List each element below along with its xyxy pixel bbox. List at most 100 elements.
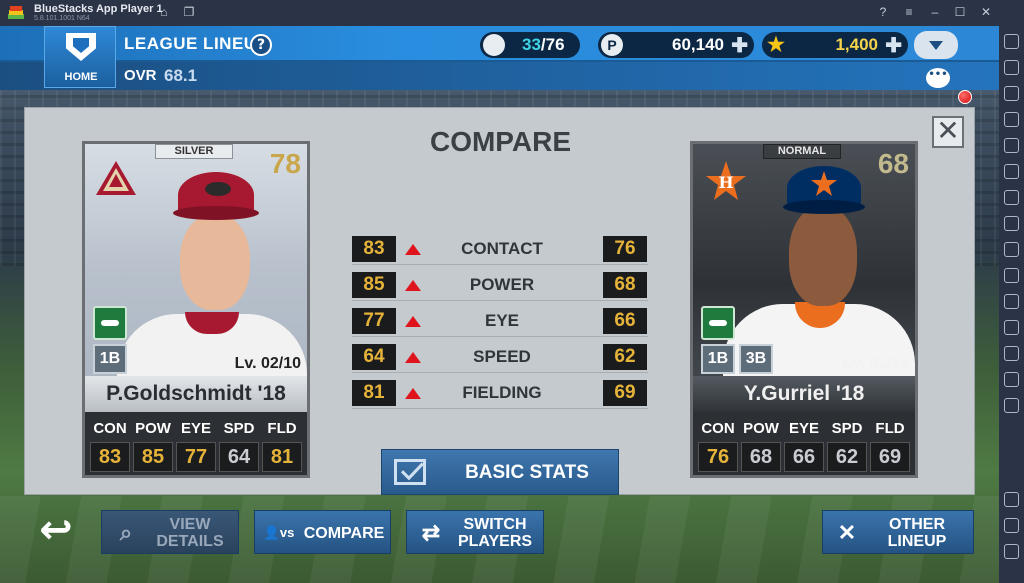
rotate-icon[interactable] [1004, 164, 1019, 179]
right-stat: 76 [603, 236, 647, 262]
stat-header: FLD [267, 420, 297, 437]
maximize-icon[interactable]: ☐ [953, 5, 967, 19]
up-arrow-icon [405, 388, 421, 399]
stat-header: SPD [223, 420, 255, 437]
player-name: Y.Gurriel '18 [693, 376, 915, 412]
close-modal-button[interactable]: ✕ [932, 116, 964, 148]
up-arrow-icon [405, 316, 421, 327]
stat-name: POWER [469, 275, 535, 294]
position-badge: 1B [93, 344, 127, 374]
home-icon[interactable]: ⌂ [157, 5, 171, 19]
bluestacks-logo-icon [8, 6, 24, 19]
points-pill: P 60,140 ✚ [598, 32, 754, 58]
switch-players-button[interactable]: ⇄ SWITCH PLAYERS [406, 510, 544, 554]
up-arrow-icon [405, 244, 421, 255]
compare-button[interactable]: 👤vs COMPARE [254, 510, 391, 554]
card-level: Lv. 01/10 [842, 355, 909, 372]
role-badge-icon [701, 306, 735, 340]
media-icon[interactable] [1004, 86, 1019, 101]
keyboard-icon[interactable] [1004, 112, 1019, 127]
helmet-icon [483, 34, 505, 56]
stat-value: 85 [133, 442, 173, 472]
layers-icon[interactable] [1004, 372, 1019, 387]
rarity-label: SILVER [155, 144, 233, 159]
stars-value: 1,400 [835, 35, 878, 54]
add-stars-button[interactable]: ✚ [885, 33, 902, 58]
cap-logo-icon [811, 171, 837, 196]
chat-icon[interactable]: ••• [926, 68, 950, 88]
basic-stats-label: BASIC STATS [465, 462, 589, 483]
left-stat: 85 [352, 272, 396, 298]
view-details-button[interactable]: ⌕ VIEW DETAILS [101, 510, 239, 554]
settings-icon[interactable] [1004, 492, 1019, 507]
right-player-card[interactable]: H NORMAL 68 1B 3B Lv. 01/10 Y.Gurriel '1… [690, 141, 918, 478]
search-user-icon: ⌕ [119, 520, 133, 545]
left-stat: 77 [352, 308, 396, 334]
help-icon[interactable]: ? [876, 5, 890, 19]
stat-header: EYE [180, 420, 211, 437]
stat-value: 69 [870, 442, 910, 472]
gamepad-icon[interactable] [1004, 138, 1019, 153]
volume-icon[interactable] [1004, 60, 1019, 75]
card-overall: 68 [877, 148, 909, 179]
eco-mode-icon[interactable] [1004, 346, 1019, 361]
bluestacks-sidebar [999, 26, 1024, 583]
window-title: BlueStacks App Player 1 [34, 3, 163, 15]
rarity-label: NORMAL [763, 144, 841, 159]
back-arrow-icon[interactable]: ↩ [30, 508, 82, 552]
folder-icon[interactable] [1004, 268, 1019, 283]
sync-icon[interactable] [1004, 398, 1019, 413]
help-button[interactable]: ? [250, 34, 272, 56]
points-icon: P [601, 34, 623, 56]
fullscreen-icon[interactable] [1004, 34, 1019, 49]
star-icon: ★ [767, 34, 785, 56]
right-stat: 69 [603, 380, 647, 406]
up-arrow-icon [405, 352, 421, 363]
ovr-value: 68.1 [164, 66, 198, 85]
stat-header: FLD [875, 420, 905, 437]
home-nav-icon[interactable] [1004, 544, 1019, 559]
macro-icon[interactable] [1004, 190, 1019, 205]
card-level: Lv. 02/10 [234, 355, 301, 372]
back-nav-icon[interactable] [1004, 518, 1019, 533]
stat-value: 83 [90, 442, 130, 472]
window-version: 5.8.101.1001 N64 [34, 15, 90, 22]
compare-label: COMPARE [303, 524, 385, 542]
stat-value: 77 [176, 442, 216, 472]
screenshot-icon[interactable] [1004, 242, 1019, 257]
other-lineup-button[interactable]: ✕ OTHER LINEUP [822, 510, 974, 554]
location-icon[interactable] [1004, 320, 1019, 335]
stat-name: EYE [484, 311, 520, 330]
stat-value: 66 [784, 442, 824, 472]
compare-row: 64 SPEED 62 [352, 339, 648, 373]
stat-value: 62 [827, 442, 867, 472]
versus-users-icon: 👤vs [263, 525, 295, 540]
add-points-button[interactable]: ✚ [731, 33, 748, 58]
home-button[interactable]: HOME [44, 26, 116, 88]
checkbox-icon [394, 459, 426, 485]
view-details-label: VIEW DETAILS [156, 516, 224, 550]
stat-name: FIELDING [462, 383, 542, 402]
left-player-card[interactable]: SILVER 78 1B Lv. 02/10 P.Goldschmidt '18… [82, 141, 310, 478]
points-value: 60,140 [672, 35, 724, 54]
notification-dot [958, 90, 972, 104]
multi-instance-icon[interactable]: ❐ [182, 5, 196, 19]
card-overall: 78 [269, 148, 301, 179]
menu-icon[interactable]: ≡ [902, 5, 916, 19]
left-stat: 81 [352, 380, 396, 406]
left-stat: 64 [352, 344, 396, 370]
apk-icon[interactable] [1004, 216, 1019, 231]
stars-pill: ★ 1,400 ✚ [762, 32, 908, 58]
stat-header: POW [135, 420, 171, 437]
page-title: LEAGUE LINEUP [124, 34, 269, 53]
right-stat: 68 [603, 272, 647, 298]
minimize-icon[interactable]: – [928, 5, 942, 19]
other-lineup-label: OTHER LINEUP [887, 516, 947, 550]
basic-stats-button[interactable]: BASIC STATS [381, 449, 619, 495]
compare-row: 85 POWER 68 [352, 267, 648, 301]
dropdown-button[interactable] [914, 31, 958, 59]
shake-icon[interactable] [1004, 294, 1019, 309]
roster-count: 33 [522, 35, 541, 54]
stat-value: 68 [741, 442, 781, 472]
close-window-icon[interactable]: ✕ [979, 5, 993, 19]
